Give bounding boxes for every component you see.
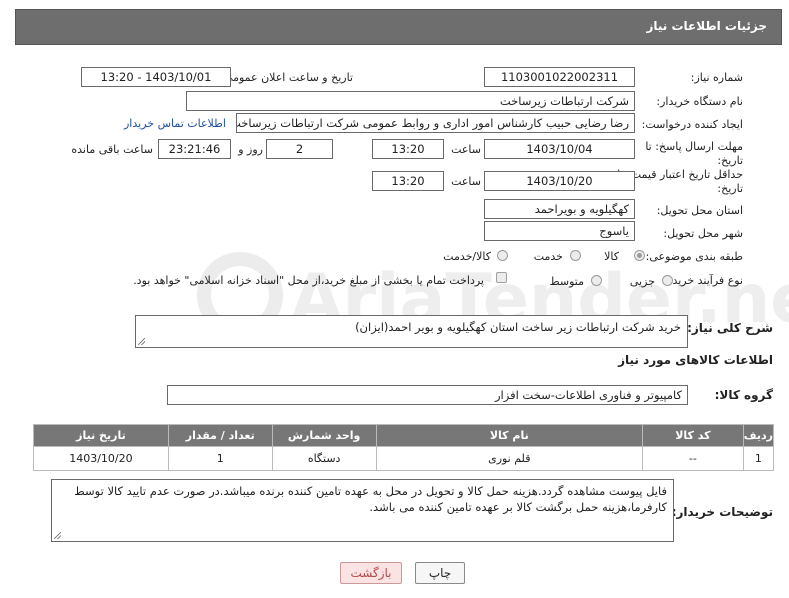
goods-name-cell: قلم نوری — [375, 446, 643, 471]
goods-section-title: اطلاعات کالاهای مورد نیاز — [618, 353, 773, 367]
col-need-date: تاریخ نیاز — [33, 424, 169, 447]
buyer-contact-link[interactable]: اطلاعات تماس خریدار — [124, 117, 226, 130]
category-label: طبقه بندی موضوعی: — [645, 250, 743, 263]
resize-grip-icon[interactable] — [54, 532, 61, 539]
category-radio-goods-service[interactable] — [497, 250, 508, 261]
process-radio-medium[interactable] — [591, 275, 602, 286]
page-header: جزئیات اطلاعات نیاز — [15, 9, 782, 45]
col-goods-code: کد کالا — [641, 424, 744, 447]
validity-time-label: ساعت — [451, 175, 481, 188]
col-row-number: ردیف — [742, 424, 775, 447]
description-text: خرید شرکت ارتباطات زیر ساخت استان کهگیلو… — [355, 320, 681, 334]
category-radio-goods[interactable] — [634, 250, 645, 261]
deadline-time-field: 13:20 — [372, 139, 444, 159]
col-unit: واحد شمارش — [271, 424, 377, 447]
process-label: نوع فرآیند خرید : — [665, 274, 743, 287]
deadline-label: مهلت ارسال پاسخ: تا — [645, 140, 743, 153]
province-field: کهگیلویه و بویراحمد — [484, 199, 635, 219]
deadline-date-field: 1403/10/04 — [484, 139, 635, 159]
goods-table-header: ردیف کد کالا نام کالا واحد شمارش تعداد /… — [33, 424, 775, 447]
announce-field: 1403/10/01 - 13:20 — [81, 67, 231, 87]
days-label: روز و — [238, 143, 263, 156]
col-goods-name: نام کالا — [375, 424, 643, 447]
resize-grip-icon[interactable] — [138, 338, 145, 345]
buyer-notes-text: فایل پیوست مشاهده گردد.هزینه حمل کالا و … — [74, 484, 667, 514]
validity-label-date: تاریخ: — [717, 182, 743, 195]
deadline-time-label: ساعت — [451, 143, 481, 156]
row-number-cell: 1 — [742, 446, 775, 471]
goods-table: ردیف کد کالا نام کالا واحد شمارش تعداد /… — [33, 424, 775, 471]
buyer-notes-label: توضیحات خریدار: — [671, 505, 773, 519]
category-option-service: خدمت — [533, 250, 563, 263]
need-date-cell: 1403/10/20 — [33, 446, 169, 471]
process-option-medium: متوسط — [549, 275, 584, 288]
category-option-goods: کالا — [604, 250, 619, 263]
buyer-notes-textarea[interactable]: فایل پیوست مشاهده گردد.هزینه حمل کالا و … — [51, 479, 674, 542]
validity-time-field: 13:20 — [372, 171, 444, 191]
deadline-label-date: تاریخ: — [717, 154, 743, 167]
validity-date-field: 1403/10/20 — [484, 171, 635, 191]
category-radio-service[interactable] — [570, 250, 581, 261]
treasury-note: پرداخت تمام یا بخشی از مبلغ خرید،از محل … — [133, 274, 484, 287]
remaining-label: ساعت باقی مانده — [71, 143, 153, 156]
process-option-minor: جزیی — [629, 275, 655, 288]
remaining-time-field: 23:21:46 — [158, 139, 231, 159]
need-number-label: شماره نیاز: — [690, 71, 743, 84]
city-field: یاسوج — [484, 221, 635, 241]
announce-label: تاریخ و ساعت اعلان عمومی: — [220, 71, 353, 84]
quantity-cell: 1 — [167, 446, 273, 471]
days-field: 2 — [266, 139, 333, 159]
validity-label: حداقل تاریخ اعتبار قیمت: تا — [617, 168, 743, 181]
province-label: استان محل تحویل: — [656, 204, 743, 217]
treasury-checkbox[interactable] — [496, 272, 507, 283]
page-title: جزئیات اطلاعات نیاز — [646, 19, 767, 33]
goods-group-field: کامپیوتر و فناوری اطلاعات-سخت افزار — [167, 385, 688, 405]
category-option-goods-service: کالا/خدمت — [443, 250, 491, 263]
col-quantity: تعداد / مقدار — [167, 424, 273, 447]
buyer-label: نام دستگاه خریدار: — [656, 95, 743, 108]
back-button[interactable]: بازگشت — [340, 562, 402, 584]
unit-cell: دستگاه — [271, 446, 377, 471]
description-textarea[interactable]: خرید شرکت ارتباطات زیر ساخت استان کهگیلو… — [135, 315, 688, 348]
process-radio-minor[interactable] — [662, 275, 673, 286]
print-button[interactable]: چاپ — [415, 562, 465, 584]
table-row: 1 -- قلم نوری دستگاه 1 1403/10/20 — [33, 446, 775, 471]
need-number-field: 1103001022002311 — [484, 67, 635, 87]
buyer-field: شرکت ارتباطات زیرساخت — [186, 91, 635, 111]
goods-code-cell: -- — [641, 446, 744, 471]
creator-label: ایجاد کننده درخواست: — [641, 118, 743, 131]
creator-field: رضا رضایی حبیب کارشناس امور اداری و رواب… — [236, 113, 635, 133]
city-label: شهر محل تحویل: — [663, 227, 743, 240]
description-label: شرح کلی نیاز: — [687, 321, 773, 335]
goods-group-label: گروه کالا: — [714, 388, 773, 402]
